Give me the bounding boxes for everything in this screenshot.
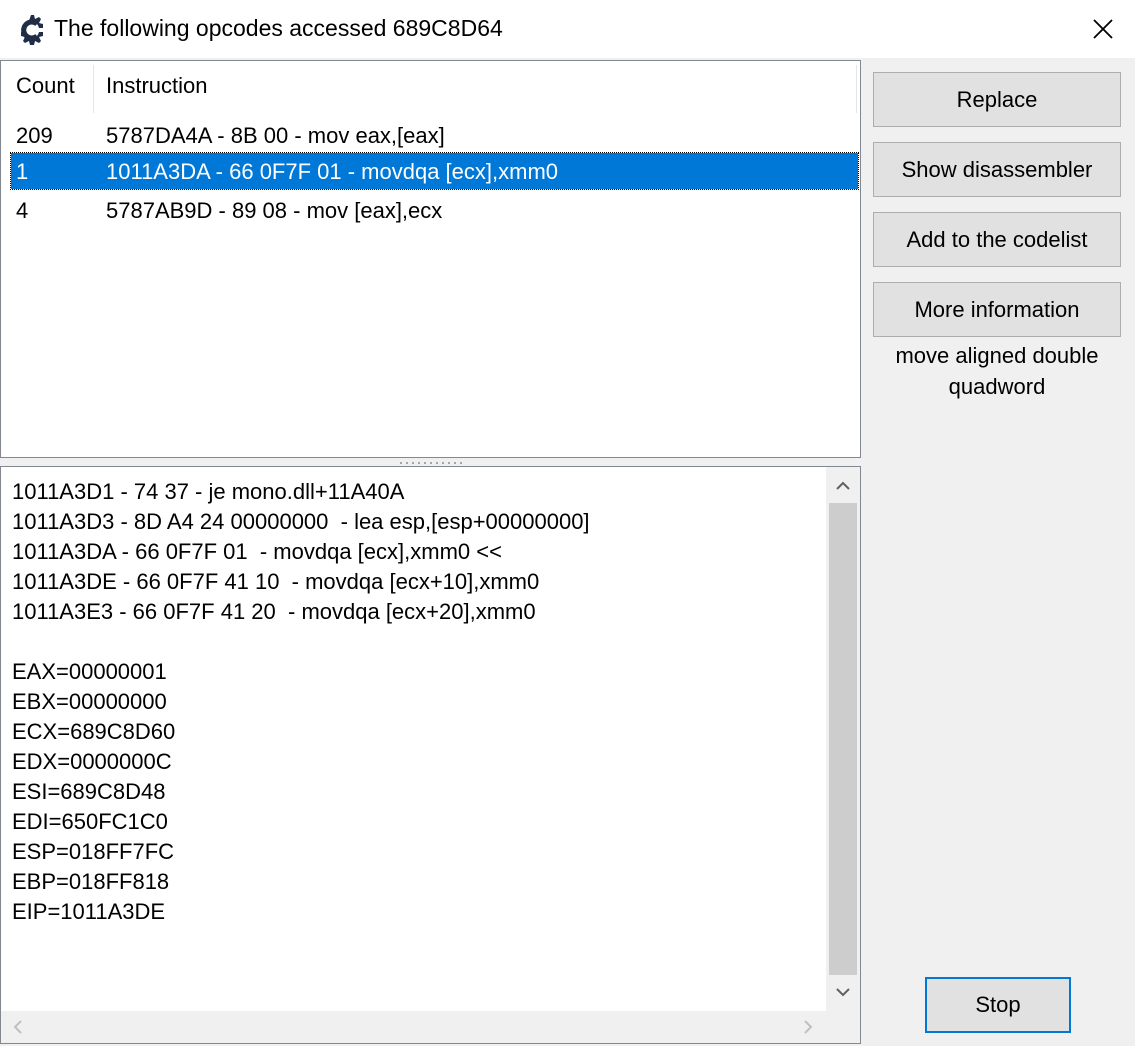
title-bar: The following opcodes accessed 689C8D64 <box>0 0 1135 60</box>
instruction-description-line: move aligned double <box>895 343 1099 368</box>
register-edi: EDI=650FC1C0 <box>12 809 168 834</box>
scroll-down-button[interactable] <box>826 975 860 1009</box>
column-header-count[interactable]: Count <box>16 73 75 99</box>
chevron-right-icon <box>804 1020 813 1034</box>
instruction-cell: 1011A3DA - 66 0F7F 01 - movdqa [ecx],xmm… <box>106 159 559 184</box>
column-divider[interactable] <box>856 65 857 113</box>
instruction-cell: 5787AB9D - 89 08 - mov [eax],ecx <box>106 198 443 223</box>
register-edx: EDX=0000000C <box>12 749 172 774</box>
list-header: Count Instruction <box>1 61 858 117</box>
scroll-left-button[interactable] <box>1 1011 35 1043</box>
horizontal-scrollbar[interactable] <box>1 1011 826 1043</box>
show-disassembler-button[interactable]: Show disassembler <box>873 142 1121 197</box>
more-information-button[interactable]: More information <box>873 282 1121 337</box>
add-to-codelist-button[interactable]: Add to the codelist <box>873 212 1121 267</box>
register-eip: EIP=1011A3DE <box>12 899 166 924</box>
scroll-up-button[interactable] <box>826 469 860 503</box>
disassembly-line-current: 1011A3DA - 66 0F7F 01 - movdqa [ecx],xmm… <box>12 539 502 564</box>
disassembly-line: 1011A3E3 - 66 0F7F 41 20 - movdqa [ecx+2… <box>12 599 536 624</box>
count-cell: 4 <box>16 198 29 223</box>
cheat-engine-icon <box>21 15 43 45</box>
register-ebx: EBX=00000000 <box>12 689 167 714</box>
register-ebp: EBP=018FF818 <box>12 869 170 894</box>
disassembly-line: 1011A3DE - 66 0F7F 41 10 - movdqa [ecx+1… <box>12 569 540 594</box>
list-item[interactable]: 4 5787AB9D - 89 08 - mov [eax],ecx <box>11 192 858 228</box>
scroll-thumb[interactable] <box>829 503 857 975</box>
column-divider[interactable] <box>93 65 94 113</box>
list-item-selected[interactable]: 1 1011A3DA - 66 0F7F 01 - movdqa [ecx],x… <box>10 152 859 190</box>
close-icon <box>1092 19 1113 39</box>
opcode-list[interactable]: Count Instruction 209 5787DA4A - 8B 00 -… <box>0 60 861 458</box>
register-esi: ESI=689C8D48 <box>12 779 166 804</box>
chevron-down-icon <box>836 988 850 997</box>
window-title: The following opcodes accessed 689C8D64 <box>54 15 503 41</box>
vertical-scrollbar[interactable] <box>826 467 860 1011</box>
disassembly-line: 1011A3D1 - 74 37 - je mono.dll+11A40A <box>12 479 405 504</box>
instruction-cell: 5787DA4A - 8B 00 - mov eax,[eax] <box>106 123 445 148</box>
register-ecx: ECX=689C8D60 <box>12 719 176 744</box>
scroll-right-button[interactable] <box>791 1011 825 1043</box>
scrollbar-corner <box>826 1011 860 1043</box>
close-button[interactable] <box>1070 0 1135 58</box>
replace-button[interactable]: Replace <box>873 72 1121 127</box>
instruction-description-line: quadword <box>948 374 1046 399</box>
list-item[interactable]: 209 5787DA4A - 8B 00 - mov eax,[eax] <box>11 117 858 153</box>
disassembly-line: 1011A3D3 - 8D A4 24 00000000 - lea esp,[… <box>12 509 590 534</box>
chevron-left-icon <box>13 1020 22 1034</box>
details-text: 1011A3D1 - 74 37 - je mono.dll+11A40A 10… <box>12 477 590 927</box>
chevron-up-icon <box>836 481 850 490</box>
column-header-instruction[interactable]: Instruction <box>106 73 208 99</box>
stop-button[interactable]: Stop <box>925 977 1071 1033</box>
count-cell: 209 <box>16 123 53 148</box>
count-cell: 1 <box>16 159 29 184</box>
details-memo[interactable]: 1011A3D1 - 74 37 - je mono.dll+11A40A 10… <box>0 466 861 1044</box>
instruction-description: move aligned double quadword <box>870 340 1124 402</box>
register-eax: EAX=00000001 <box>12 659 167 684</box>
register-esp: ESP=018FF7FC <box>12 839 175 864</box>
